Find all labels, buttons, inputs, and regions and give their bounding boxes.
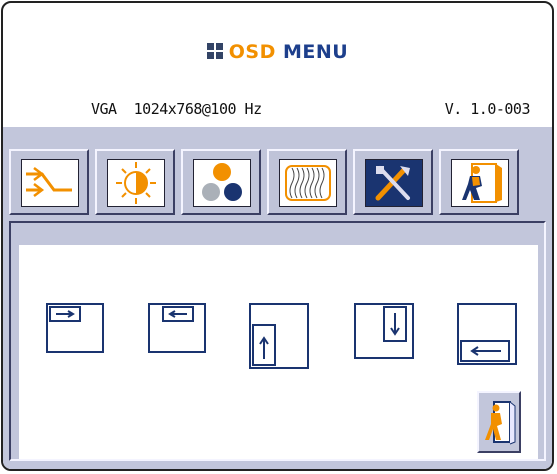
h-position-right-icon[interactable] (46, 303, 104, 357)
osd-position-icon[interactable] (457, 303, 517, 369)
submenu-area (9, 221, 546, 461)
exit-door-icon (482, 398, 516, 450)
tab-bar (9, 149, 546, 219)
menu-panel (3, 127, 552, 469)
phase-wave-icon (279, 159, 337, 207)
color-balls-icon (193, 159, 251, 207)
tab-tools[interactable] (353, 149, 433, 215)
title-osd: OSD (228, 41, 276, 63)
submenu-exit-button[interactable] (477, 391, 521, 453)
submenu-canvas (19, 245, 538, 459)
tab-exit[interactable] (439, 149, 519, 215)
display-mode: VGA 1024x768@100 Hz (91, 100, 262, 118)
tab-color[interactable] (181, 149, 261, 215)
tab-brightness[interactable] (95, 149, 175, 215)
exit-door-icon (451, 159, 509, 207)
tools-icon (365, 159, 423, 207)
tab-phase[interactable] (267, 149, 347, 215)
osd-window: OSD MENU VGA 1024x768@100 Hz V. 1.0-003 (1, 1, 554, 471)
title-menu: MENU (283, 41, 349, 63)
h-position-left-icon[interactable] (148, 303, 206, 357)
osd-title: OSD MENU (3, 41, 552, 71)
tab-input[interactable] (9, 149, 89, 215)
brightness-contrast-icon (107, 159, 165, 207)
input-select-icon (21, 159, 79, 207)
v-position-down-icon[interactable] (354, 303, 414, 363)
grid-icon (206, 43, 223, 59)
info-row: VGA 1024x768@100 Hz V. 1.0-003 (3, 100, 552, 120)
firmware-version: V. 1.0-003 (444, 100, 531, 118)
v-position-up-icon[interactable] (249, 303, 309, 373)
